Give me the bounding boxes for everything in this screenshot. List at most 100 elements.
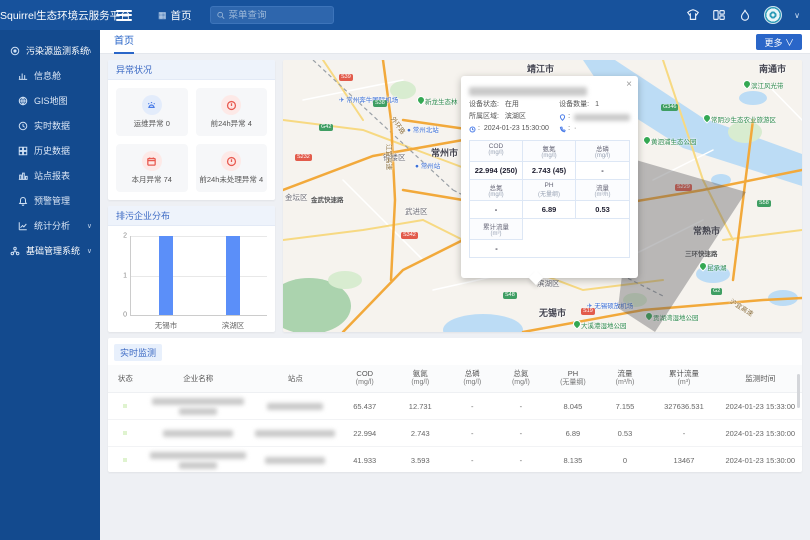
road-shield: S39 (339, 74, 353, 81)
tab-home[interactable]: 首页 (114, 30, 134, 54)
road-shield: G346 (661, 104, 678, 111)
breadcrumb[interactable]: ▦ 首页 (158, 8, 192, 23)
map-label: 靖江市 (527, 62, 554, 75)
radar-icon (10, 46, 20, 56)
map-label: 滨江风光带 (743, 80, 784, 90)
map-label: ✈ 常州奔牛国际机场 (339, 94, 398, 104)
x-label: 滨湖区 (208, 320, 258, 331)
x-label: 无锡市 (141, 320, 191, 331)
redacted-address (574, 114, 630, 121)
device-region: 滨湖区 (505, 111, 526, 123)
card-24h-abnormal[interactable]: 前24h异常 4 (196, 88, 268, 136)
sidebar-item-pollution-system[interactable]: 污染源监测系统 ∧ (0, 38, 100, 63)
map-label: 新龙生态林 (417, 96, 458, 106)
breadcrumb-home: 首页 (171, 8, 192, 23)
sidebar-item-warning-mgmt[interactable]: 预警管理 (0, 188, 100, 213)
map-label: 常阴沙生态农业旅游区 (703, 114, 776, 124)
map-label: 武进区 (405, 206, 428, 217)
sidebar-item-realtime-data[interactable]: 实时数据 (0, 113, 100, 138)
card-24h-unhandled-abnormal[interactable]: 前24h未处理异常 4 (196, 144, 268, 192)
tp-value: - (576, 162, 629, 180)
tab-bar: 首页 更多 ∨ (100, 30, 810, 54)
redacted-enterprise-name (469, 87, 587, 96)
map-label: 金坛区 (285, 192, 308, 203)
map-label: 昆承湖 (699, 262, 727, 272)
redacted-site-name (267, 403, 323, 410)
main-content: 异常状况 运维异常 0 前24h异常 4 本月异常 74 前24h未处理异常 4… (100, 54, 810, 540)
panel-title: 排污企业分布 (108, 206, 275, 226)
dashboard-icon (18, 71, 28, 81)
table-header: 状态 企业名称 站点 COD(mg/l) 氨氮(mg/l) 总磷(mg/l) 总… (108, 365, 802, 393)
sidebar-item-history-data[interactable]: 历史数据 (0, 138, 100, 163)
report-icon (18, 171, 28, 181)
map-label: 南通市 (759, 62, 786, 75)
map-label: 常州市 (431, 146, 458, 159)
chevron-down-icon: ∨ (87, 247, 92, 255)
map-label: 外环路 (389, 114, 408, 136)
map-label: 三环快速路 (685, 248, 718, 258)
y-tick: 0 (115, 312, 127, 319)
map-label: 无锡市 (539, 306, 566, 319)
sidebar-item-info-hub[interactable]: 信息舱 (0, 63, 100, 88)
map-label: 黄泗浦生态公园 (643, 136, 697, 146)
flow-value: 0.53 (576, 201, 629, 219)
app-logo: Squirrel生态环境云服务平台 (0, 8, 104, 23)
device-count: 1 (595, 99, 599, 111)
redacted-enterprise-name (163, 430, 233, 437)
enterprise-distribution-panel: 排污企业分布 2 1 0 无锡市 滨湖区 (108, 206, 275, 332)
card-operation-abnormal[interactable]: 运维异常 0 (116, 88, 188, 136)
map-label: 常熟市 (693, 224, 720, 237)
chevron-down-icon[interactable]: ∨ (794, 11, 800, 20)
device-popup: × 设备状态: 在用 设备数量: 1 所属区域: 滨湖区 : : 2024-01… (461, 76, 638, 278)
abnormal-status-panel: 异常状况 运维异常 0 前24h异常 4 本月异常 74 前24h未处理异常 4 (108, 60, 275, 200)
road-shield: S38 (373, 100, 387, 107)
device-time: 2024-01-23 15:30:00 (484, 123, 549, 135)
road-shield: S232 (295, 154, 312, 161)
chevron-down-icon: ∨ (87, 222, 92, 230)
sidebar-item-site-report[interactable]: 站点报表 (0, 163, 100, 188)
sidebar-item-gis-map[interactable]: GIS地图 (0, 88, 100, 113)
map-label: 金武快速路 (311, 194, 344, 204)
table-row[interactable]: 65.437 12.731 - - 8.045 7.155 327636.531… (108, 393, 802, 420)
close-icon[interactable]: × (626, 79, 632, 90)
sidebar-item-statistics[interactable]: 统计分析 ∨ (0, 213, 100, 238)
table-row[interactable]: 41.933 3.593 - - 8.135 0 13467 2024-01-2… (108, 447, 802, 472)
road-shield: S19 (581, 308, 595, 315)
tn-value: - (470, 201, 523, 219)
y-tick: 1 (115, 272, 127, 279)
notification-flame-icon[interactable] (738, 8, 752, 22)
map-label: ● 常州站 (415, 160, 440, 170)
panel-title: 实时监测 (114, 344, 162, 361)
menu-toggle-icon[interactable] (116, 10, 132, 21)
more-button[interactable]: 更多 ∨ (756, 34, 802, 50)
map-label: ● 常州北站 (407, 124, 439, 134)
search-input[interactable] (229, 10, 327, 21)
y-tick: 2 (115, 233, 127, 240)
user-avatar[interactable] (764, 6, 782, 24)
clock-icon (469, 126, 476, 133)
bar-binhu[interactable] (226, 236, 240, 315)
bell-icon (18, 196, 28, 206)
location-pin-icon (559, 114, 566, 121)
table-scrollbar[interactable] (797, 374, 800, 408)
sidebar-nav: 污染源监测系统 ∧ 信息舱 GIS地图 实时数据 历史数据 站点报表 预警管理 … (0, 30, 100, 540)
split-screen-icon[interactable] (712, 8, 726, 22)
alert-circle-icon (226, 100, 237, 111)
history-grid-icon (18, 146, 28, 156)
theme-skin-icon[interactable] (686, 8, 700, 22)
bar-wuxi[interactable] (159, 236, 173, 315)
device-data-table: COD(mg/l) 氨氮(mg/l) 总磷(mg/l) 22.994 (250)… (469, 140, 630, 258)
chevron-up-icon: ∧ (87, 47, 92, 55)
calendar-icon (146, 156, 157, 167)
table-row[interactable]: 22.994 2.743 - - 6.89 0.53 - 2024-01-23 … (108, 420, 802, 447)
globe-icon (18, 96, 28, 106)
org-icon (10, 246, 20, 256)
card-month-abnormal[interactable]: 本月异常 74 (116, 144, 188, 192)
sidebar-item-basic-mgmt-system[interactable]: 基础管理系统 ∨ (0, 238, 100, 263)
gis-map[interactable]: 常州市无锡市常熟市南通市靖江市钟楼区武进区金坛区滨湖区外环路江宜高速金武快速路三… (283, 60, 802, 332)
menu-search-box[interactable] (210, 6, 334, 24)
home-grid-icon: ▦ (158, 10, 167, 21)
cod-value: 22.994 (250) (470, 162, 523, 180)
road-shield: S58 (757, 200, 771, 207)
redacted-enterprise-name (150, 452, 246, 459)
